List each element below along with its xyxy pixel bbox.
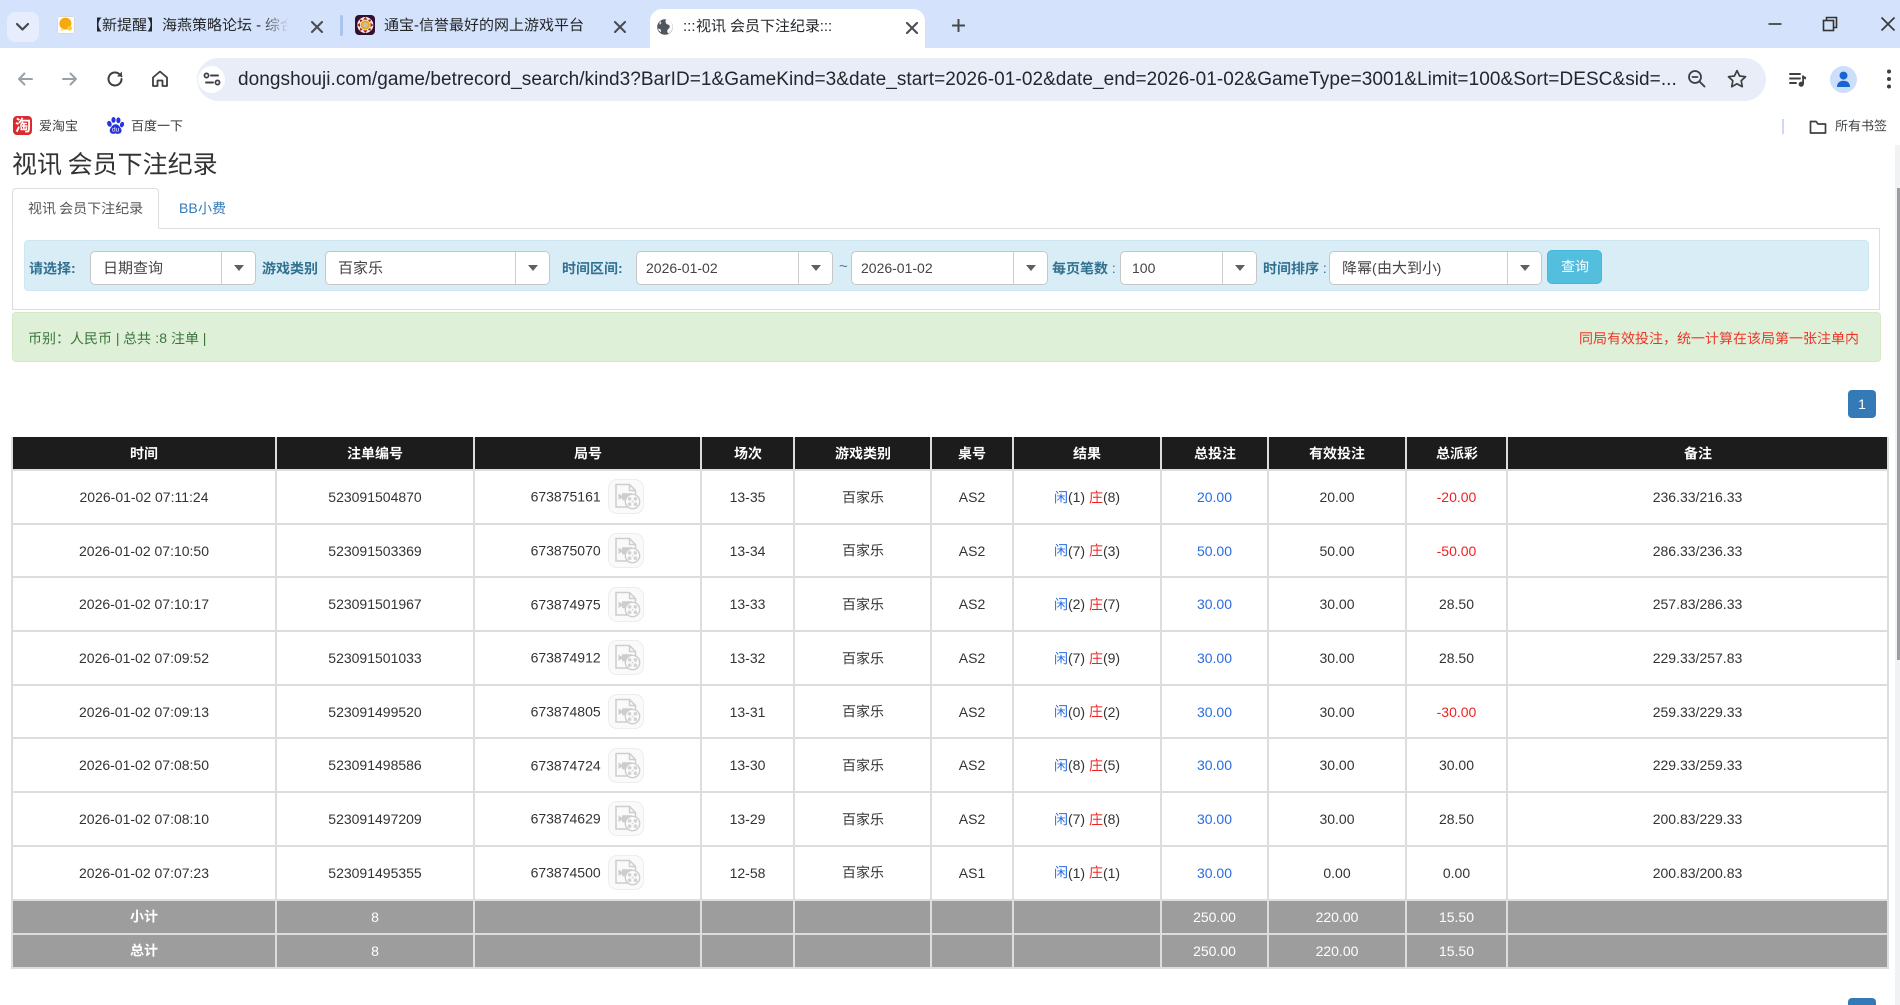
svg-text:du: du <box>112 127 120 134</box>
